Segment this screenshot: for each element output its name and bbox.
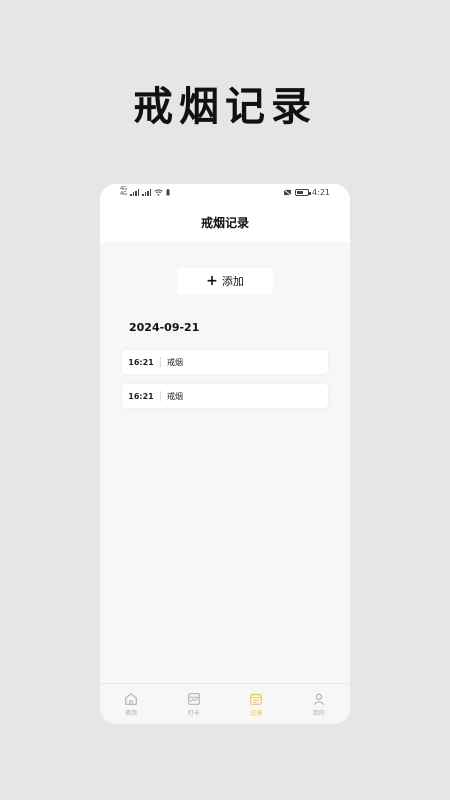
battery-icon (295, 189, 312, 196)
wifi-icon (154, 188, 163, 196)
tab-home[interactable]: 首页 (100, 684, 163, 724)
status-time: 4:21 (312, 188, 330, 197)
plus-icon: + (206, 273, 218, 289)
status-right: 4:21 (283, 188, 330, 197)
status-left: 4G 4G (120, 187, 170, 197)
record-group: 2024-09-21 16:21 戒烟 16:21 戒烟 (119, 318, 331, 418)
tab-records[interactable]: 记录 (225, 684, 288, 724)
tab-label: 首页 (125, 709, 138, 717)
battery-small-icon (166, 188, 170, 195)
add-button[interactable]: + 添加 (177, 268, 273, 294)
tab-checkin[interactable]: 打卡 (163, 684, 226, 724)
add-button-label: 添加 (221, 275, 244, 288)
tab-profile[interactable]: 我的 (288, 684, 351, 724)
record-time: 16:21 (128, 357, 154, 367)
hero-title: 戒烟记录 (133, 84, 317, 130)
status-bar: 4G 4G 4:21 (100, 184, 350, 204)
tab-bar: 首页 打卡 记录 我的 (100, 683, 350, 724)
record-label: 戒烟 (167, 391, 183, 401)
signal-icon-2 (142, 188, 152, 196)
record-time: 16:21 (128, 391, 154, 401)
tab-label: 我的 (312, 709, 325, 717)
checkin-icon (187, 692, 200, 705)
divider (160, 391, 161, 401)
record-list: 16:21 戒烟 16:21 戒烟 (119, 350, 331, 408)
phone-screen: 4G 4G 4:21 戒烟记录 + 添加 2024-09-21 16:21 戒烟… (100, 184, 350, 724)
tab-label: 打卡 (187, 709, 200, 717)
record-row[interactable]: 16:21 戒烟 (122, 384, 328, 408)
nav-title: 戒烟记录 (100, 204, 350, 242)
record-date: 2024-09-21 (129, 321, 200, 334)
record-row[interactable]: 16:21 戒烟 (122, 350, 328, 374)
record-label: 戒烟 (167, 357, 183, 367)
sim-indicator: 4G 4G (120, 186, 128, 197)
divider (160, 357, 161, 367)
mute-icon (283, 189, 293, 196)
calendar-icon (250, 692, 263, 705)
tab-label: 记录 (250, 709, 263, 717)
signal-icon (130, 188, 140, 196)
user-icon (313, 693, 324, 705)
home-icon (125, 692, 138, 705)
